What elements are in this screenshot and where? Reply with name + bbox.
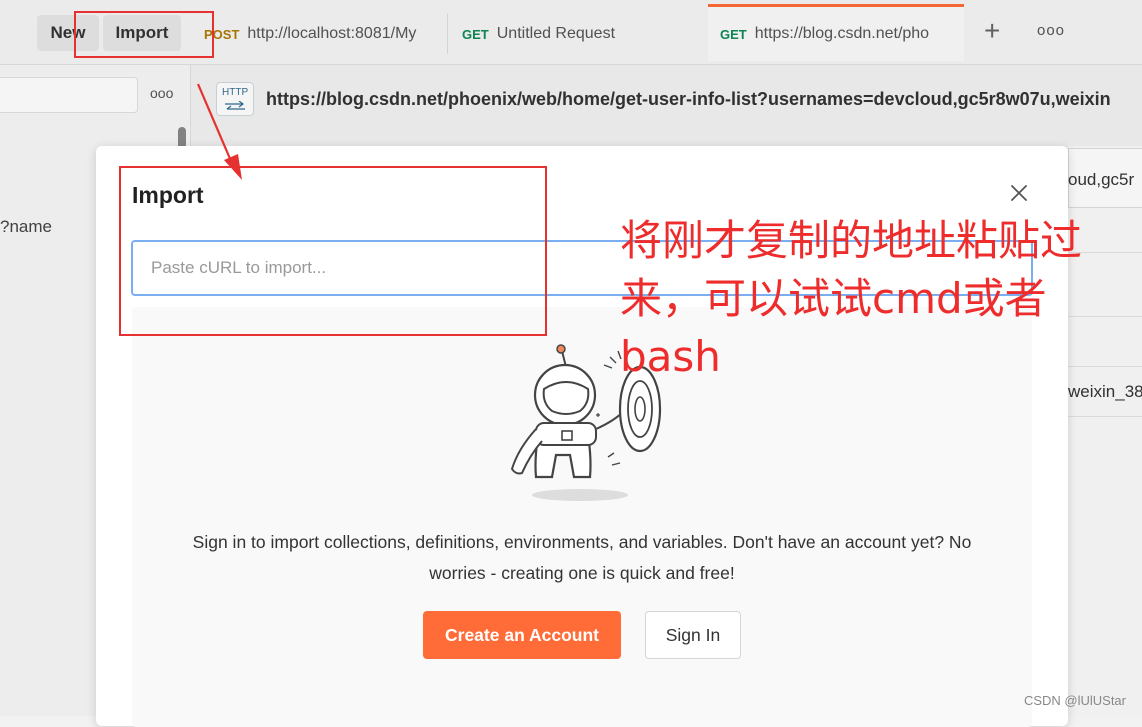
annotation-box-curl [119, 166, 547, 336]
annotation-box-import [74, 11, 214, 58]
close-icon[interactable] [1006, 180, 1032, 206]
annotation-note: 将刚才复制的地址粘贴过来，可以试试cmd或者bash [620, 216, 1083, 381]
sign-in-button[interactable]: Sign In [645, 611, 741, 659]
create-account-button[interactable]: Create an Account [423, 611, 621, 659]
watermark: CSDN @lUlUStar [1023, 693, 1126, 708]
signin-description: Sign in to import collections, definitio… [192, 532, 972, 583]
annotation-arrow-icon [196, 83, 242, 180]
